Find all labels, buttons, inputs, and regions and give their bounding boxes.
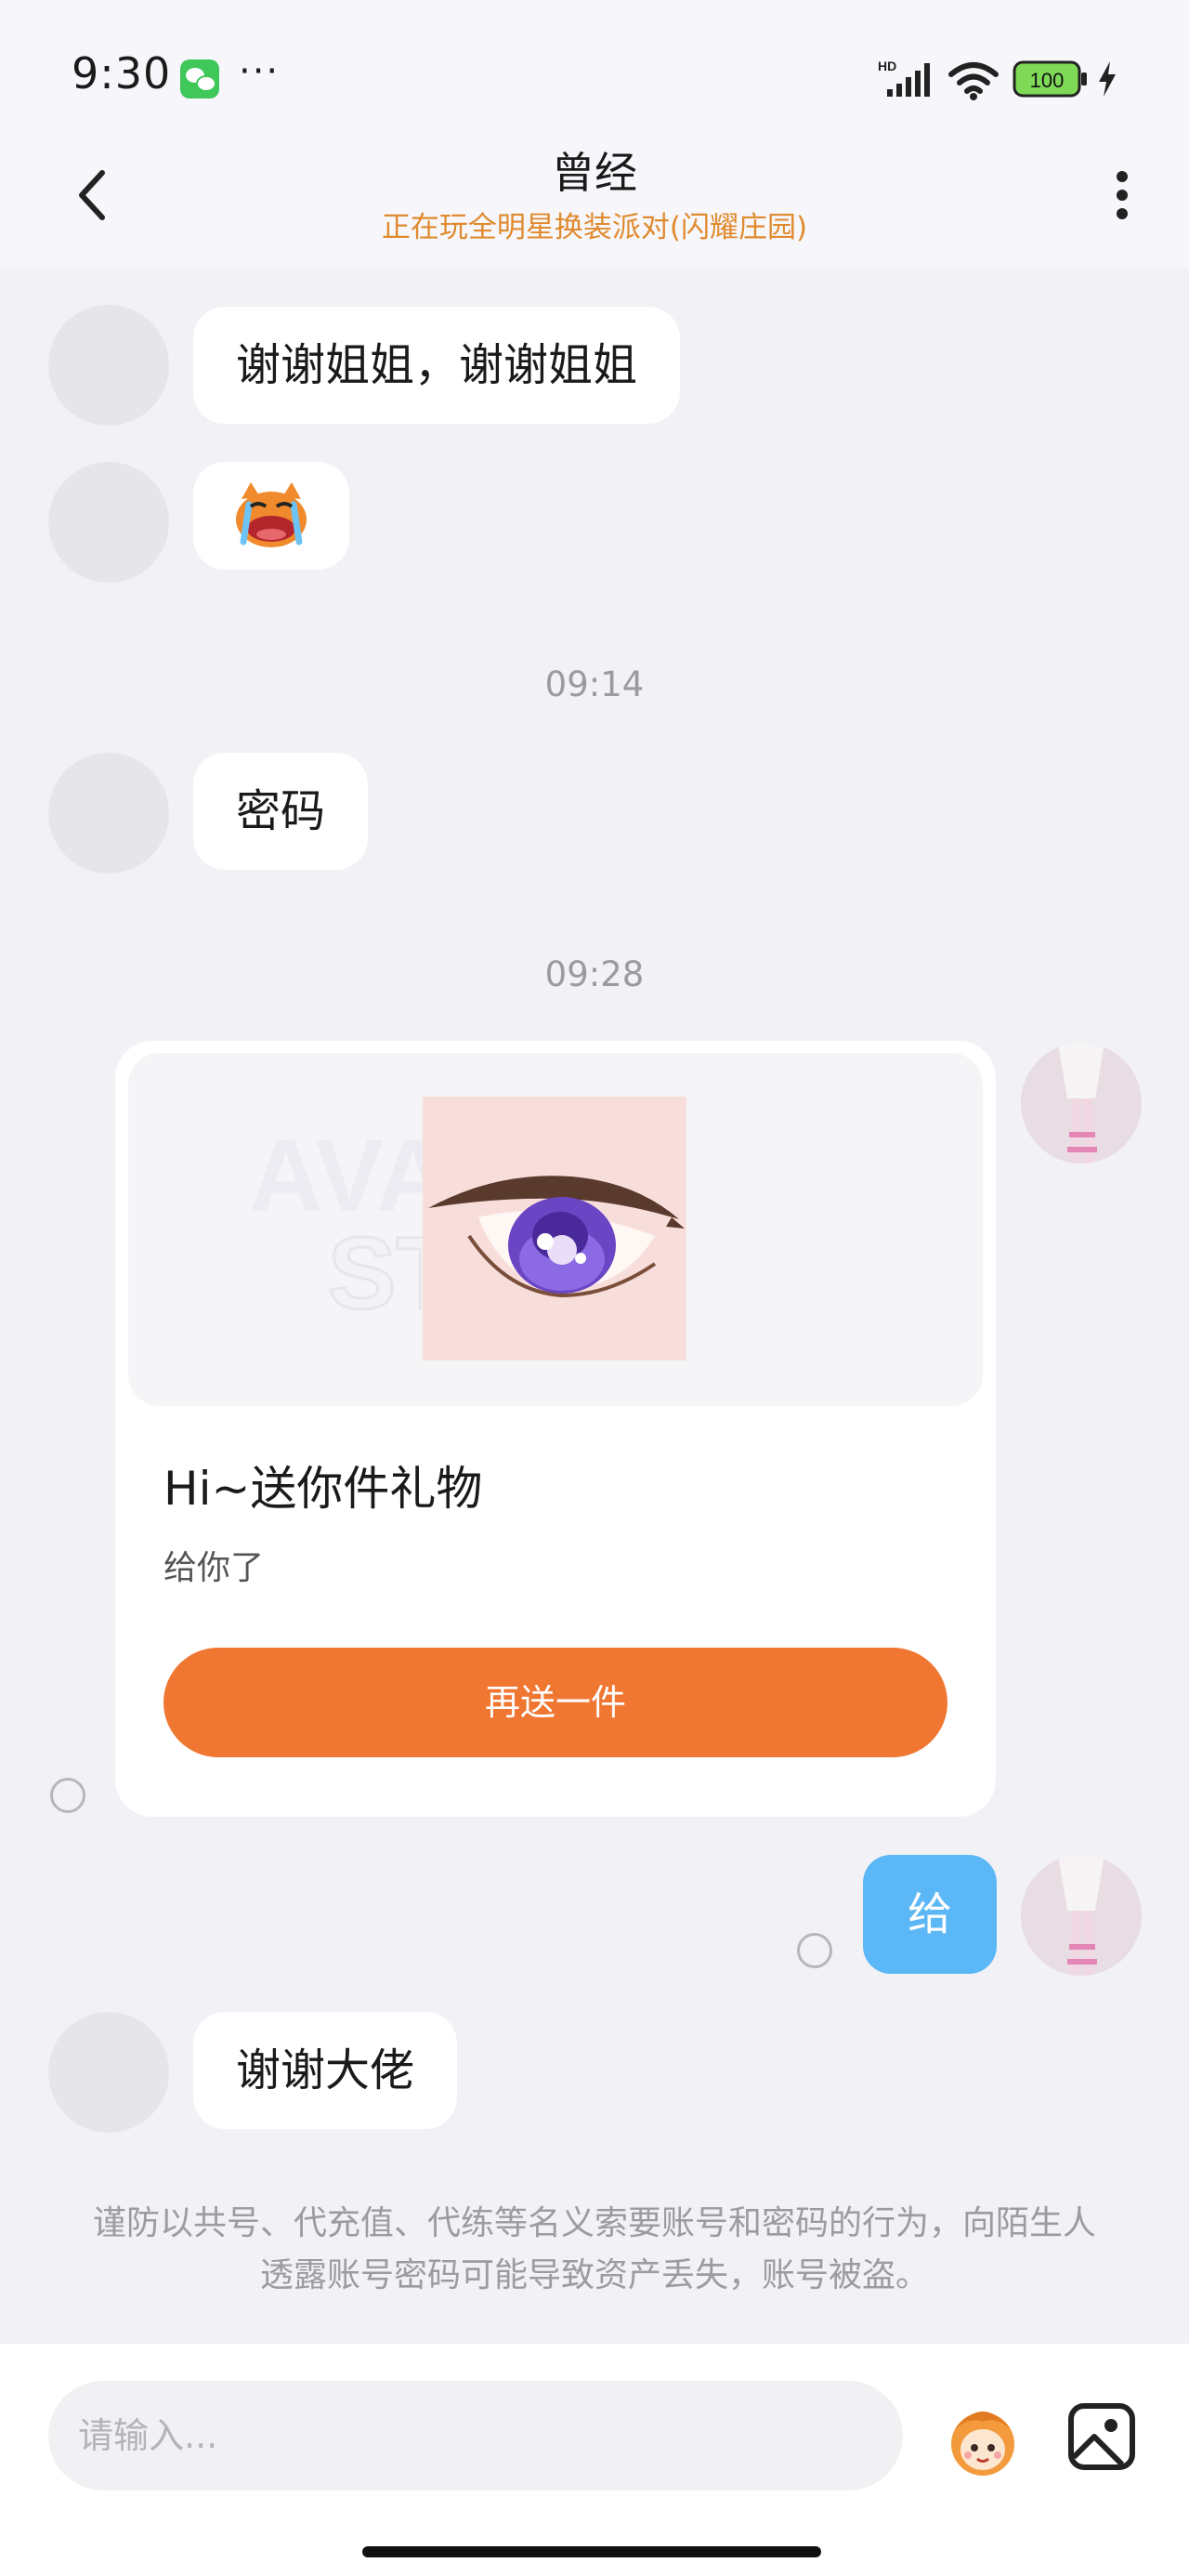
sticker-emoji-icon[interactable] [940,2398,1026,2483]
contact-avatar[interactable] [48,305,169,426]
network-type-label: HD [878,59,896,73]
message-input[interactable] [48,2381,903,2491]
signal-icon: HD [878,59,930,97]
crying-sticker-icon [236,482,307,547]
more-menu-icon[interactable] [1110,167,1134,223]
chat-title: 曾经 [552,148,637,198]
message-bubble[interactable]: 谢谢大佬 [193,2012,458,2129]
chat-subtitle: 正在玩全明星换装派对(闪耀庄园) [381,211,808,244]
message-bubble[interactable]: 谢谢姐姐，谢谢姐姐 [193,307,681,424]
battery-icon: 100 [1013,60,1087,98]
battery-level: 100 [1030,69,1065,92]
unread-status-icon [50,1778,85,1813]
timestamp: 09:28 [544,954,645,994]
home-indicator[interactable] [362,2546,821,2557]
gift-image[interactable] [423,1097,686,1360]
contact-avatar[interactable] [48,462,169,583]
character-avatar-icon [1021,1855,1142,1976]
status-time: 9:30 [72,48,172,99]
gift-title: Hi~送你件礼物 [163,1462,483,1516]
contact-avatar[interactable] [48,2012,169,2133]
more-notifications-icon: ··· [239,50,281,93]
contact-avatar[interactable] [48,753,169,874]
anime-eye-icon [423,1097,686,1360]
message-bubble[interactable]: 密码 [193,753,369,870]
my-message-bubble[interactable]: 给 [863,1855,998,1974]
wechat-icon [180,59,219,99]
timestamp: 09:14 [544,664,645,704]
safety-notice: 谨防以共号、代充值、代练等名义索要账号和密码的行为，向陌生人透露账号密码可能导致… [92,2204,1096,2294]
gift-description: 给你了 [163,1549,265,1587]
my-avatar[interactable] [1021,1855,1142,1976]
unread-status-icon [797,1933,832,1968]
send-another-button[interactable]: 再送一件 [163,1648,947,1757]
my-avatar[interactable] [1021,1043,1142,1163]
wifi-icon [948,62,999,100]
image-picker-icon[interactable] [1066,2401,1137,2472]
character-avatar-icon [1021,1043,1142,1163]
charging-icon [1099,61,1116,97]
sticker-bubble[interactable] [193,462,349,570]
